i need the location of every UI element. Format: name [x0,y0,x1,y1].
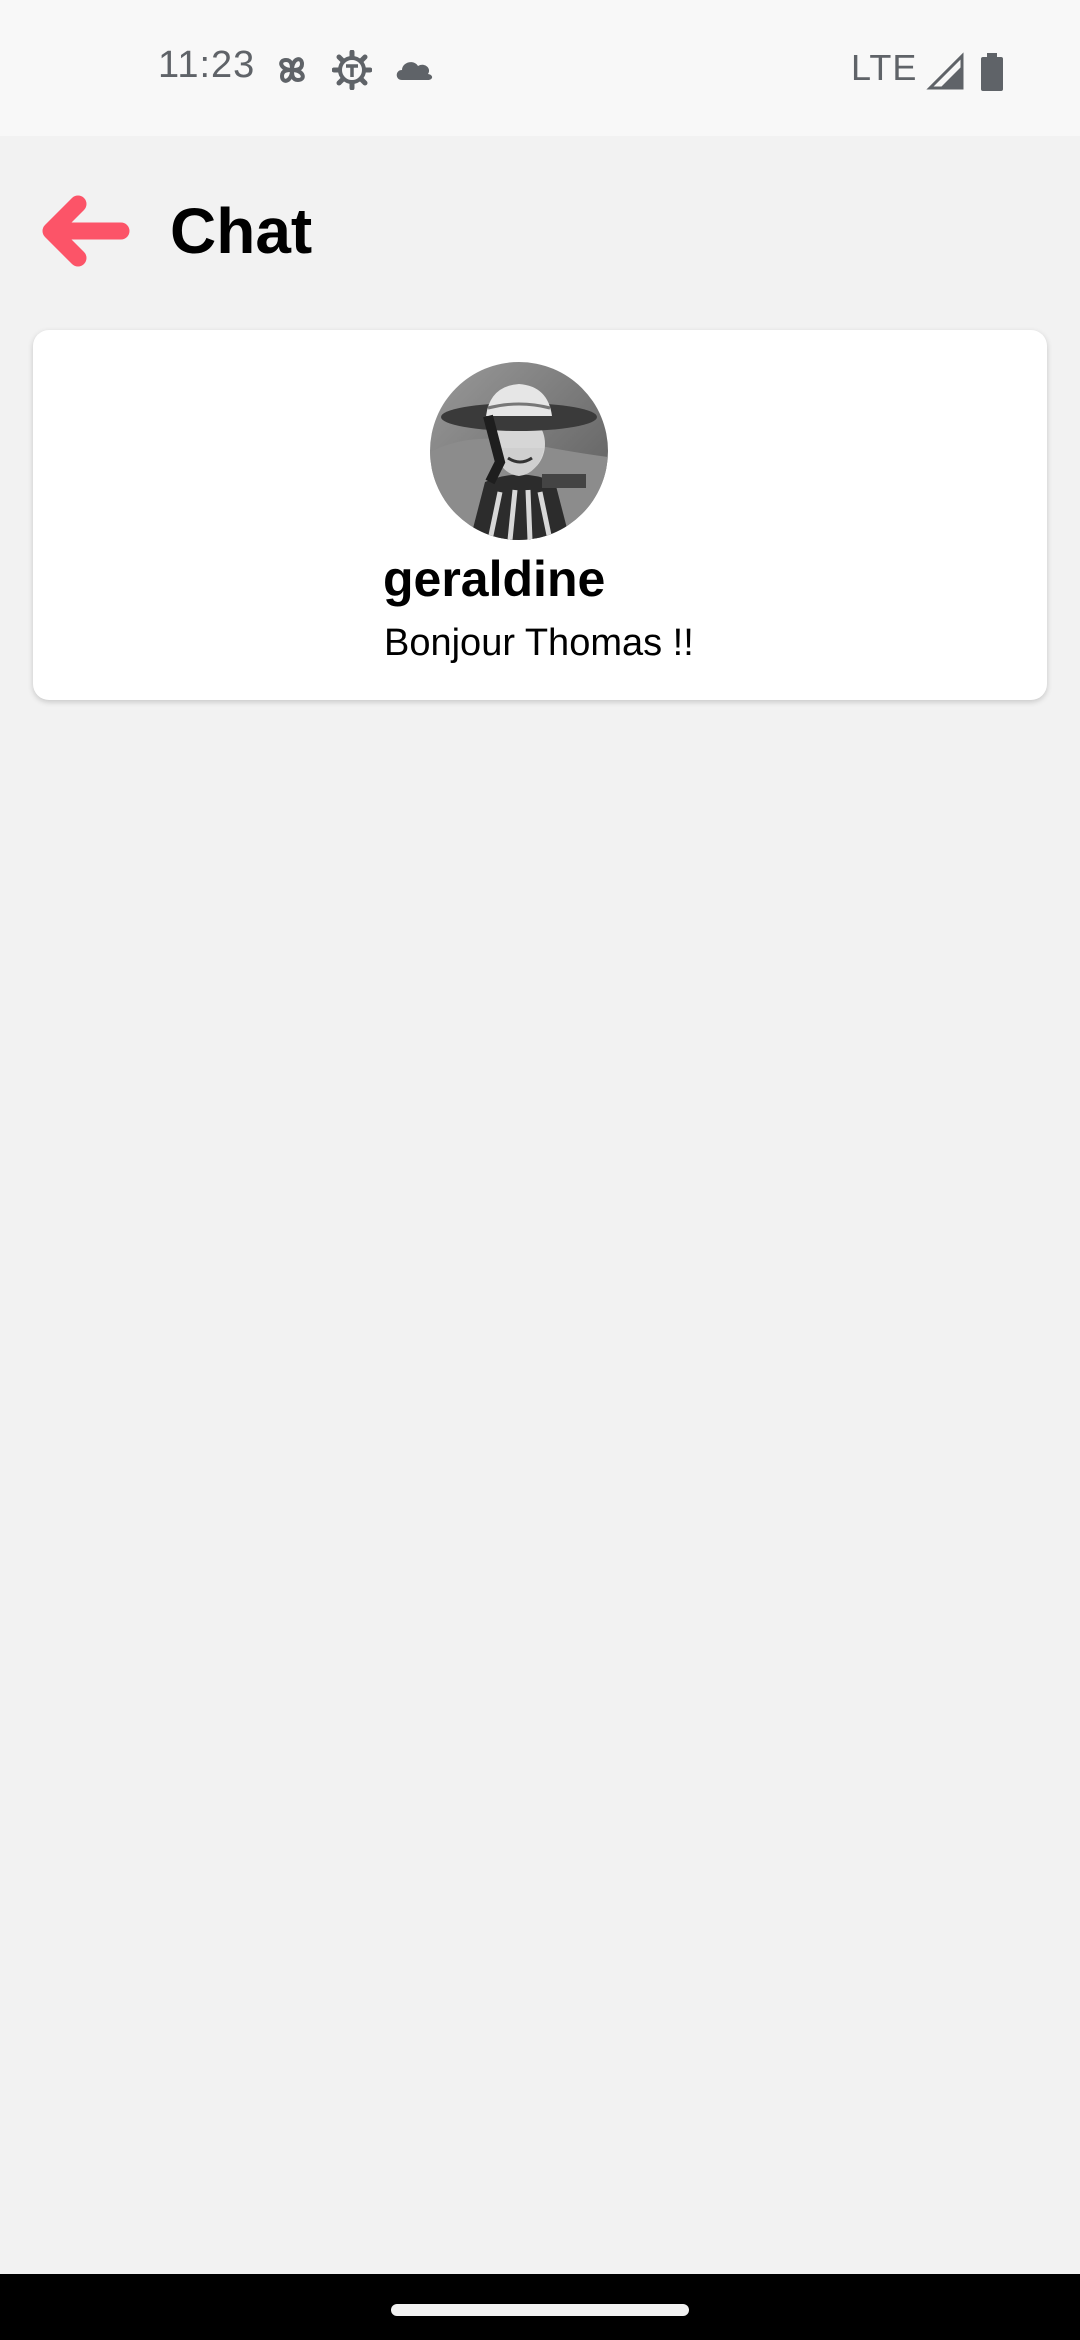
contact-name: geraldine [383,551,606,607]
chat-list-item[interactable]: geraldine Bonjour Thomas !! [33,330,1047,700]
status-bar: 11:23 LTE [0,0,1080,136]
page-title: Chat [170,195,313,267]
gear-icon [331,49,373,91]
last-message: Bonjour Thomas !! [384,622,694,664]
app-header: Chat [0,136,1080,326]
navigation-bar [0,2274,1080,2340]
network-type: LTE [851,47,918,88]
status-time: 11:23 [158,44,256,86]
back-arrow-icon [42,195,130,267]
pinwheel-icon [272,50,312,90]
signal-icon [926,52,966,92]
home-indicator[interactable] [391,2304,689,2316]
back-button[interactable] [36,186,136,286]
battery-icon [978,52,1006,92]
cloud-icon [392,50,436,90]
avatar[interactable] [430,362,608,540]
